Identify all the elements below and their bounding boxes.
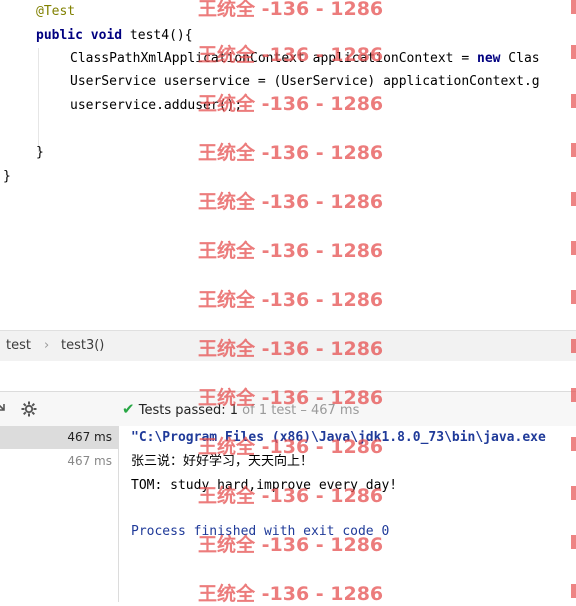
console-exit-message: Process finished with exit code 0 xyxy=(131,524,390,539)
collapse-icon[interactable] xyxy=(0,400,14,418)
chevron-right-icon: › xyxy=(44,338,50,353)
breadcrumb: test › test3() xyxy=(0,330,576,362)
code-line-method: public void test4(){ xyxy=(36,26,193,46)
context-class: Clas xyxy=(500,51,540,66)
code-line-context: ClassPathXmlApplicationContext applicati… xyxy=(70,49,540,69)
test-status: ✔ Tests passed: 1 of 1 test – 467 ms xyxy=(122,392,359,426)
console-output-line: 张三说：好好学习，天天向上！ xyxy=(131,454,314,469)
run-toolbar: ✔ Tests passed: 1 of 1 test – 467 ms xyxy=(0,391,576,427)
test-row[interactable]: 467 ms xyxy=(0,426,118,449)
keyword-new: new xyxy=(477,51,501,66)
breadcrumb-item-test3[interactable]: test3() xyxy=(61,331,104,361)
indent-guide xyxy=(38,48,39,152)
code-line-annotation: @Test xyxy=(36,2,75,22)
keyword-void: void xyxy=(90,28,123,43)
breadcrumb-item-test[interactable]: test xyxy=(6,331,31,361)
method-signature: test4(){ xyxy=(122,28,193,43)
tests-total: of 1 test xyxy=(238,403,297,418)
check-icon: ✔ xyxy=(122,400,135,418)
keyword-public: public xyxy=(36,28,83,43)
console-output[interactable]: "C:\Program Files (x86)\Java\jdk1.8.0_73… xyxy=(119,426,576,602)
annotation-token: @Test xyxy=(36,4,76,19)
code-line-close-class: } xyxy=(3,169,11,184)
test-row[interactable]: 467 ms xyxy=(0,450,118,473)
test-tree: 467 ms 467 ms xyxy=(0,426,119,602)
tests-passed-label: Tests passed: xyxy=(138,403,230,418)
code-line-userservice: UserService userservice = (UserService) … xyxy=(70,74,540,89)
code-line-close-method: } xyxy=(36,145,44,160)
tests-duration: – 467 ms xyxy=(296,403,360,418)
console-output-line: TOM: study hard,improve every day! xyxy=(131,478,398,493)
tests-passed-count: 1 xyxy=(229,403,239,418)
code-editor[interactable]: @Test public void test4(){ ClassPathXmlA… xyxy=(0,0,576,330)
console-java-command: "C:\Program Files (x86)\Java\jdk1.8.0_73… xyxy=(131,430,546,445)
context-decl: ClassPathXmlApplicationContext applicati… xyxy=(70,51,477,66)
panel-gap xyxy=(0,361,576,391)
gear-icon[interactable] xyxy=(20,400,38,418)
code-line-adduser: userservice.adduser(); xyxy=(70,98,243,113)
